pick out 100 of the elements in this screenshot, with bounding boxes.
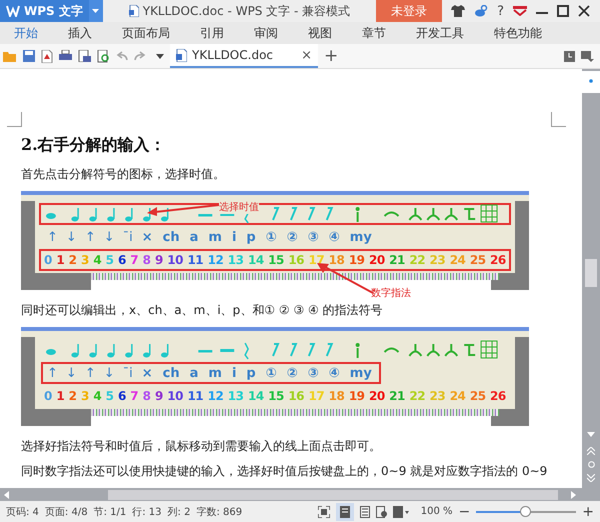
clock-icon[interactable] (564, 50, 575, 62)
zoom-out-button[interactable]: − (458, 504, 470, 520)
finger-number: 5 (106, 253, 114, 268)
shirt-icon[interactable] (451, 5, 466, 17)
panel-menu-icon[interactable] (581, 50, 594, 62)
bird-icon[interactable] (474, 5, 488, 17)
paragraph: 同时还可以编辑出，x、ch、a、m、i、p、和① ② ③ ④ 的指法符号 (21, 302, 384, 320)
finger-number: 17 (308, 389, 324, 404)
finger-number: 12 (208, 389, 224, 404)
finger-number: 4 (93, 389, 102, 404)
finger-number: 13 (228, 253, 244, 268)
status-item: 节: 1/1 (94, 506, 126, 519)
fingering-symbol: ↑ (84, 366, 96, 381)
save-icon[interactable] (23, 50, 35, 62)
finger-number: 15 (268, 389, 284, 404)
finger-number: 8 (142, 389, 150, 404)
tab-close-button[interactable]: × (301, 48, 312, 63)
web-view-icon[interactable] (376, 506, 387, 518)
finger-number: 22 (409, 253, 426, 268)
finger-number: 10 (167, 389, 183, 404)
chevron-down-icon[interactable] (513, 6, 527, 16)
print-icon[interactable] (59, 50, 72, 62)
fingering-symbol: m (208, 230, 222, 245)
help-button[interactable]: ? (497, 4, 504, 18)
finger-number: 19 (348, 389, 365, 404)
menu-tab[interactable]: 特色功能 (494, 24, 542, 42)
finger-number: 7 (130, 253, 138, 268)
reading-view-icon[interactable] (392, 506, 409, 518)
fingering-symbol: p (246, 230, 256, 245)
fullscreen-icon[interactable] (318, 506, 330, 518)
finger-number: 16 (288, 389, 304, 404)
next-page-icon[interactable] (587, 474, 595, 482)
finger-number: 26 (490, 253, 506, 268)
fingering-symbol: i (232, 366, 236, 381)
document-tab[interactable]: YKLLDOC.doc × (170, 44, 318, 68)
slider-thumb[interactable] (520, 506, 532, 518)
finger-number: 23 (430, 389, 446, 404)
finger-number: 11 (187, 253, 204, 268)
app-menu-button[interactable]: WPS 文字 (0, 0, 89, 22)
horizontal-scrollbar-thumb[interactable] (108, 490, 558, 500)
previous-page-icon[interactable] (587, 447, 595, 456)
finger-number: 12 (208, 253, 224, 268)
finger-number: 5 (106, 389, 114, 404)
outline-view-icon[interactable] (360, 506, 370, 518)
finger-number: 0 (44, 253, 52, 268)
fingering-symbol: × (142, 230, 153, 245)
circle-icon[interactable] (588, 461, 594, 468)
finger-number: 7 (130, 389, 138, 404)
pdf-icon[interactable] (41, 50, 53, 63)
print-preview-icon[interactable] (78, 50, 91, 62)
close-icon[interactable] (578, 5, 590, 17)
dropdown-icon[interactable] (156, 54, 164, 59)
document-icon (176, 48, 187, 62)
fingering-symbol: ④ (328, 366, 340, 381)
vertical-scrollbar-thumb[interactable] (585, 259, 597, 288)
paragraph: 选择好指法符号和时值后，鼠标移动到需要输入的线上面点击即可。 (21, 438, 382, 456)
fingering-symbol: × (142, 366, 153, 381)
fingering-symbol: ② (286, 230, 298, 245)
menu-tab[interactable]: 视图 (308, 24, 332, 42)
status-item: 字数: 869 (196, 506, 242, 519)
paragraph: 同时数字指法还可以使用快捷键的输入，选择好时值后按键盘上的，0~9 就是对应数字指法的 0~9 (21, 463, 548, 480)
magnifier-icon[interactable] (97, 50, 110, 63)
fingering-symbol: ↑ (47, 366, 58, 381)
finger-number: 2 (68, 389, 77, 404)
scroll-right-icon[interactable] (571, 490, 576, 499)
finger-number: 11 (187, 389, 204, 404)
finger-number: 6 (118, 389, 126, 404)
scroll-left-icon[interactable] (4, 490, 9, 499)
finger-number: 1 (56, 389, 64, 404)
menu-tab[interactable]: 审阅 (254, 24, 278, 42)
maximize-icon[interactable] (557, 5, 569, 17)
status-item: 页面: 4/8 (44, 506, 88, 519)
page-view-button[interactable] (336, 502, 354, 521)
finger-number: 25 (470, 253, 486, 268)
new-tab-button[interactable]: + (324, 46, 338, 66)
scroll-down-icon[interactable] (587, 432, 595, 438)
finger-number: 13 (228, 389, 244, 404)
finger-number: 15 (268, 253, 284, 268)
finger-number: 16 (288, 253, 304, 268)
caret-icon[interactable] (92, 9, 100, 13)
finger-number: 9 (154, 389, 163, 404)
fingering-symbol: ↓ (104, 230, 115, 245)
menu-tab[interactable]: 开发工具 (416, 24, 464, 42)
finger-number: 20 (369, 253, 385, 268)
finger-number: 6 (118, 253, 126, 268)
fingering-symbol: ↓ (66, 230, 77, 245)
menu-tab[interactable]: 章节 (362, 24, 386, 42)
finger-number: 24 (450, 389, 466, 404)
fingering-symbol: ② (286, 366, 298, 381)
document-icon (128, 5, 139, 17)
fingering-symbol: ④ (328, 230, 340, 245)
finger-number: 22 (409, 389, 426, 404)
menu-tab[interactable]: 页面布局 (122, 24, 170, 42)
menu-tab[interactable]: 开始 (14, 24, 38, 42)
finger-number: 0 (44, 389, 52, 404)
annotation-label: 选择时值 (219, 200, 259, 214)
finger-number: 14 (248, 389, 264, 404)
menu-tab[interactable]: 插入 (68, 24, 92, 42)
menu-tab[interactable]: 引用 (200, 24, 224, 42)
zoom-in-button[interactable]: + (582, 504, 594, 520)
